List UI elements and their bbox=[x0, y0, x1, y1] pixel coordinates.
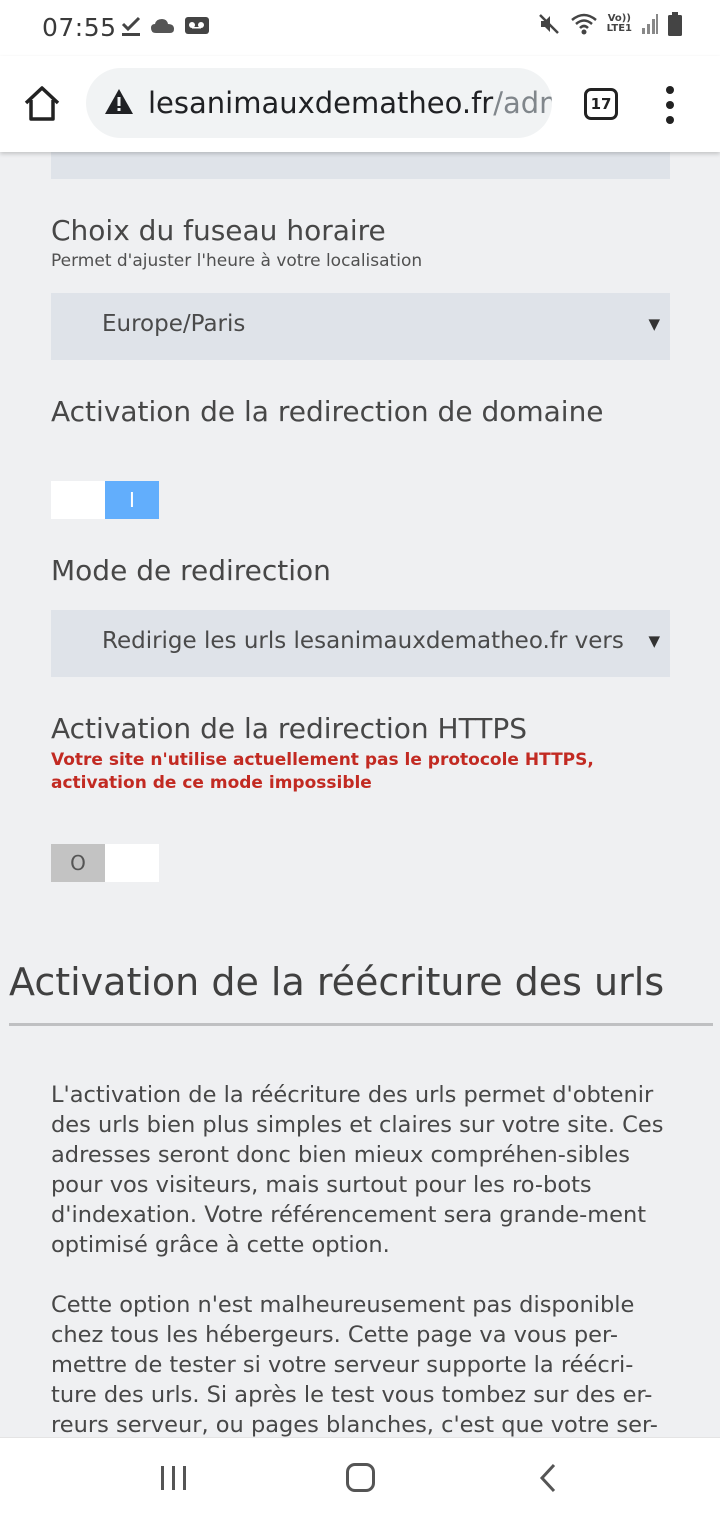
not-secure-warning-icon[interactable] bbox=[104, 88, 134, 116]
redirect-mode-title: Mode de redirection bbox=[51, 554, 331, 587]
timezone-select[interactable]: Europe/Paris ▼ bbox=[51, 293, 670, 360]
mute-icon bbox=[538, 14, 559, 34]
recent-apps-icon[interactable] bbox=[160, 1466, 188, 1490]
address-bar[interactable]: lesanimauxdematheo.fr/adm bbox=[86, 68, 552, 138]
https-redirect-toggle[interactable]: O bbox=[51, 844, 159, 882]
section-title: Activation de la réécriture des urls bbox=[9, 960, 665, 1004]
wifi-icon bbox=[570, 13, 597, 35]
more-options-icon[interactable] bbox=[660, 86, 680, 126]
toggle-off-side: O bbox=[51, 844, 105, 882]
status-bar: 07:55 Vo)) LTE1 bbox=[0, 0, 720, 56]
toggle-on-side: I bbox=[105, 481, 159, 519]
previous-field[interactable] bbox=[51, 152, 670, 179]
https-redirect-title: Activation de la redirection HTTPS bbox=[51, 712, 527, 745]
redirect-mode-select[interactable]: Redirige les urls lesanimauxdematheo.fr … bbox=[51, 610, 670, 677]
toggle-on-side bbox=[105, 844, 159, 882]
dropdown-arrow-icon: ▼ bbox=[648, 315, 660, 333]
battery-icon bbox=[668, 12, 682, 36]
toggle-off-side bbox=[51, 481, 105, 519]
cloud-icon bbox=[151, 19, 174, 33]
lte-indicator: Vo)) LTE1 bbox=[606, 13, 632, 34]
status-time: 07:55 bbox=[42, 13, 117, 42]
timezone-value: Europe/Paris bbox=[102, 311, 246, 337]
home-icon[interactable] bbox=[20, 82, 64, 126]
rewrite-paragraph-1: L'activation de la réécriture des urls p… bbox=[51, 1082, 664, 1258]
home-nav-icon[interactable] bbox=[346, 1463, 375, 1492]
redirect-mode-value: Redirige les urls lesanimauxdematheo.fr … bbox=[102, 628, 624, 654]
url-text[interactable]: lesanimauxdematheo.fr/adm bbox=[148, 86, 552, 120]
signal-icon bbox=[642, 14, 658, 34]
download-done-icon bbox=[121, 16, 141, 36]
status-system-icons: Vo)) LTE1 bbox=[537, 12, 682, 36]
voicemail-icon bbox=[185, 17, 209, 34]
status-notification-icons bbox=[120, 14, 212, 38]
rewrite-paragraph-2: Cette option n'est malheureusement pas d… bbox=[51, 1292, 658, 1438]
back-icon[interactable] bbox=[536, 1463, 560, 1493]
section-divider bbox=[9, 1023, 713, 1026]
browser-toolbar: lesanimauxdematheo.fr/adm 17 bbox=[0, 56, 720, 152]
timezone-help: Permet d'ajuster l'heure à votre localis… bbox=[51, 251, 423, 271]
tab-switcher-button[interactable]: 17 bbox=[584, 88, 618, 120]
domain-redirect-title: Activation de la redirection de domaine bbox=[51, 395, 604, 428]
system-navigation-bar bbox=[0, 1437, 720, 1520]
domain-redirect-toggle[interactable]: I bbox=[51, 481, 159, 519]
dropdown-arrow-icon: ▼ bbox=[648, 632, 660, 650]
https-error-message: Votre site n'utilise actuellement pas le… bbox=[51, 750, 594, 793]
timezone-title: Choix du fuseau horaire bbox=[51, 214, 386, 247]
